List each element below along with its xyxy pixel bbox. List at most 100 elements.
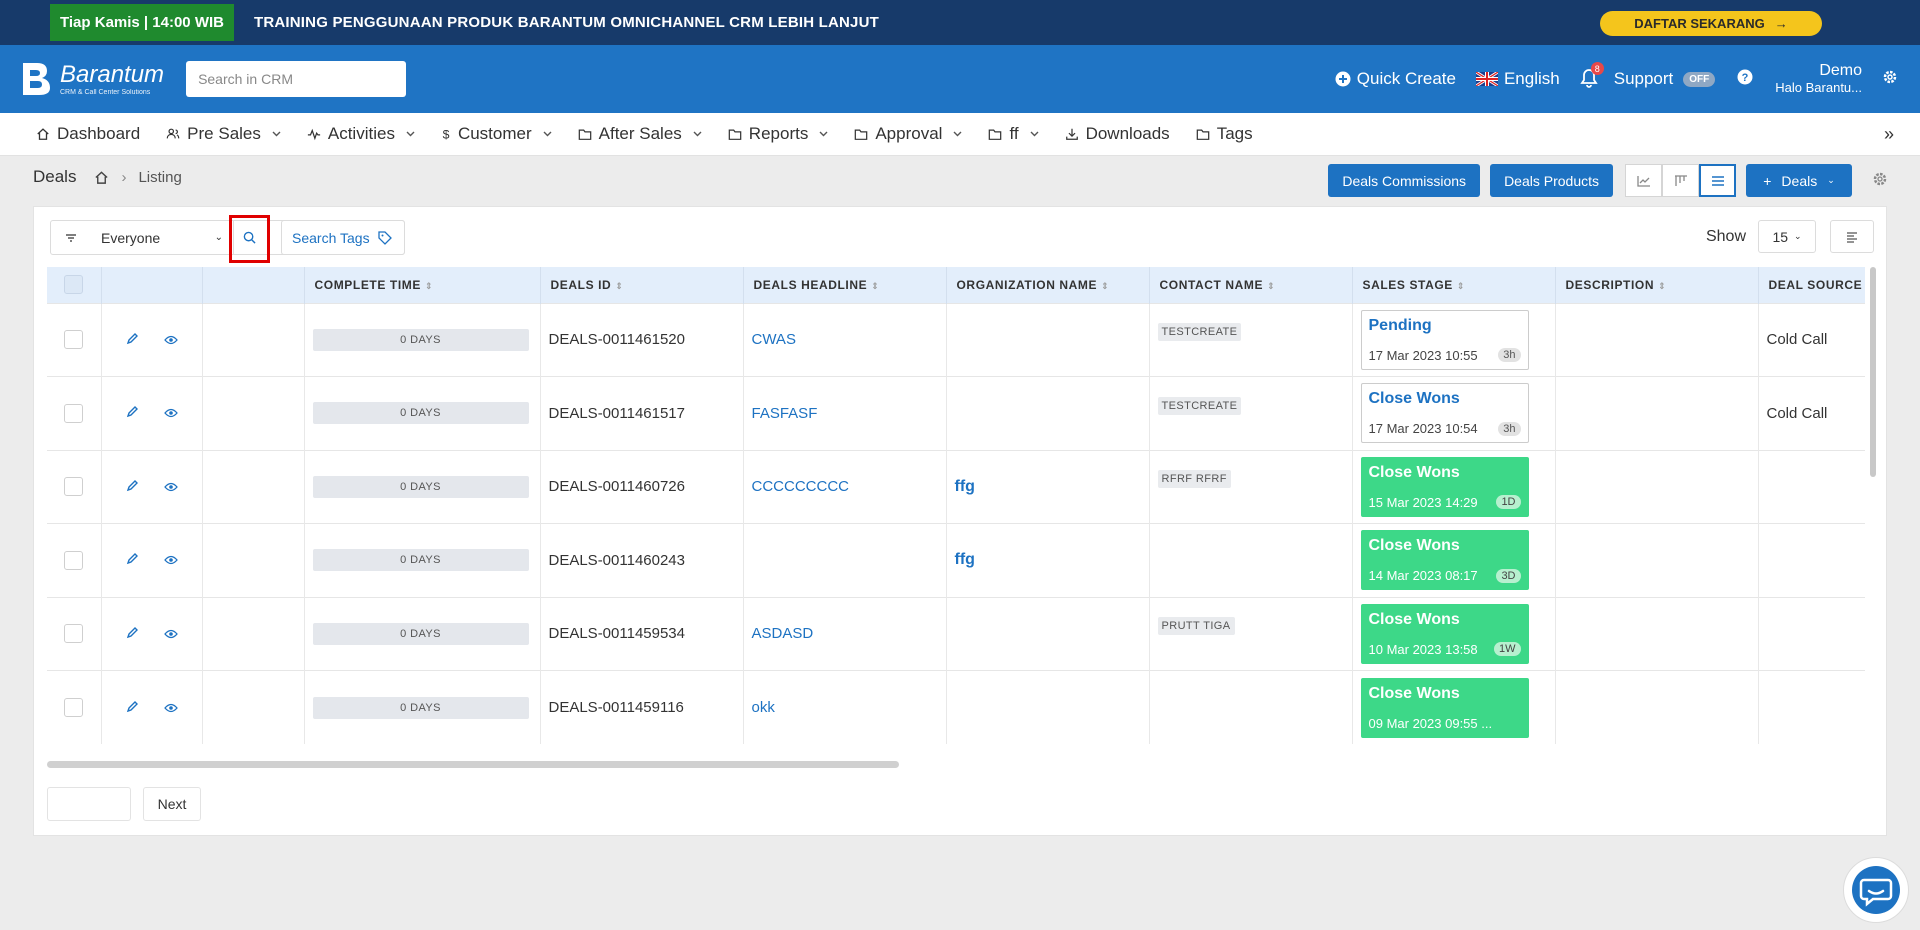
row-checkbox[interactable]: [64, 403, 84, 423]
sort-icon[interactable]: ⇕: [871, 281, 879, 291]
sort-icon[interactable]: ⇕: [1457, 281, 1465, 291]
support-toggle[interactable]: Support OFF: [1614, 69, 1716, 89]
brand-logo[interactable]: Barantum CRM & Call Center Solutions: [20, 61, 164, 97]
nav-item-ff[interactable]: ff: [988, 124, 1039, 144]
column-header[interactable]: ORGANIZATION NAME ⇕: [946, 267, 1150, 303]
edit-pencil-icon[interactable]: [126, 552, 138, 568]
edit-pencil-icon[interactable]: [126, 405, 138, 421]
deals-products-button[interactable]: Deals Products: [1490, 164, 1613, 197]
sales-stage-card[interactable]: Pending 17 Mar 2023 10:55 3h: [1360, 309, 1529, 370]
organization-link[interactable]: ffg: [955, 478, 975, 495]
user-menu[interactable]: Demo Halo Barantu...: [1775, 62, 1862, 95]
row-checkbox[interactable]: [64, 477, 84, 497]
filter-icon[interactable]: [51, 233, 91, 243]
table-header-row: COMPLETE TIME ⇕ DEALS ID ⇕ DEALS HEADLINE ⇕ OR…: [47, 267, 1865, 303]
sales-stage-card[interactable]: Close Wons 17 Mar 2023 10:54 3h: [1360, 383, 1529, 444]
nav-item-dashboard[interactable]: Dashboard: [36, 124, 140, 144]
home-icon[interactable]: [94, 170, 109, 185]
row-checkbox[interactable]: [64, 550, 84, 570]
column-header[interactable]: DESCRIPTION ⇕: [1555, 267, 1759, 303]
nav-item-after-sales[interactable]: After Sales: [578, 124, 702, 144]
contact-cell: [1149, 670, 1353, 744]
help-icon[interactable]: ?: [1737, 69, 1753, 90]
sort-icon[interactable]: ⇕: [425, 281, 433, 291]
nav-item-activities[interactable]: Activities: [307, 124, 415, 144]
deal-headline-link[interactable]: CWAS: [752, 331, 796, 348]
language-selector[interactable]: English: [1475, 69, 1560, 89]
sort-icon[interactable]: ⇕: [615, 281, 623, 291]
column-header[interactable]: SALES STAGE ⇕: [1352, 267, 1556, 303]
deal-headline-link[interactable]: ASDASD: [752, 625, 814, 642]
page-settings-gear-icon[interactable]: [1872, 171, 1890, 190]
horizontal-scrollbar[interactable]: [47, 761, 899, 768]
home-icon: [36, 127, 50, 141]
sort-icon[interactable]: ⇕: [1267, 281, 1275, 291]
vertical-scrollbar[interactable]: [1870, 267, 1876, 477]
edit-pencil-icon[interactable]: [126, 626, 138, 642]
nav-item-downloads[interactable]: Downloads: [1065, 124, 1170, 144]
nav-item-customer[interactable]: $ Customer: [441, 124, 552, 144]
contact-tag[interactable]: TESTCREATE: [1157, 323, 1242, 342]
kanban-view-button[interactable]: [1662, 164, 1699, 197]
nav-item-approval[interactable]: Approval: [854, 124, 962, 144]
sales-stage-card[interactable]: Close Wons 14 Mar 2023 08:17 3D: [1360, 530, 1529, 591]
column-header[interactable]: DEALS ID ⇕: [540, 267, 744, 303]
view-eye-icon[interactable]: [163, 552, 178, 568]
view-eye-icon[interactable]: [163, 626, 178, 642]
view-eye-icon[interactable]: [163, 700, 178, 716]
sales-stage-card[interactable]: Close Wons 10 Mar 2023 13:58 1W: [1360, 603, 1529, 664]
deal-headline-cell: CWAS: [743, 302, 947, 377]
edit-pencil-icon[interactable]: [126, 332, 138, 348]
description-cell: [1555, 449, 1759, 524]
add-deal-button[interactable]: + Deals ⌄: [1746, 164, 1852, 197]
select-all-checkbox[interactable]: [64, 275, 84, 295]
deal-headline-link[interactable]: CCCCCCCCC: [752, 478, 850, 495]
column-header[interactable]: COMPLETE TIME ⇕: [304, 267, 541, 303]
column-settings-button[interactable]: [1830, 220, 1874, 253]
contact-tag[interactable]: TESTCREATE: [1157, 396, 1242, 415]
chat-support-button[interactable]: [1843, 857, 1909, 923]
complete-time-badge: 0 DAYS: [312, 622, 529, 645]
page-size-select[interactable]: 15 ⌄: [1758, 220, 1816, 253]
notifications-button[interactable]: 8: [1580, 62, 1604, 90]
deal-headline-link[interactable]: FASFASF: [752, 405, 818, 422]
chevron-down-icon: [693, 129, 702, 140]
owner-select[interactable]: Everyone ⌄: [101, 230, 231, 246]
quick-create-button[interactable]: Quick Create: [1335, 69, 1456, 89]
sales-stage-card[interactable]: Close Wons 15 Mar 2023 14:29 1D: [1360, 456, 1529, 517]
sort-icon[interactable]: ⇕: [1658, 281, 1666, 291]
barantum-logo-icon: [23, 63, 50, 95]
organization-link[interactable]: ffg: [955, 551, 975, 568]
sales-stage-card[interactable]: Close Wons 09 Mar 2023 09:55 ...: [1360, 677, 1529, 738]
contact-tag[interactable]: RFRF RFRF: [1157, 470, 1231, 489]
contact-tag[interactable]: PRUTT TIGA: [1157, 617, 1235, 636]
deals-commissions-button[interactable]: Deals Commissions: [1328, 164, 1481, 197]
next-page-button[interactable]: Next: [143, 787, 201, 821]
kanban-icon: [1674, 174, 1687, 186]
row-checkbox[interactable]: [64, 624, 84, 644]
edit-pencil-icon[interactable]: [126, 700, 138, 716]
edit-pencil-icon[interactable]: [126, 479, 138, 495]
nav-item-reports[interactable]: Reports: [728, 124, 829, 144]
nav-expand-icon[interactable]: »: [1884, 124, 1894, 145]
search-tags-button[interactable]: Search Tags: [281, 220, 405, 255]
previous-page-button[interactable]: [47, 787, 131, 821]
row-checkbox[interactable]: [64, 330, 84, 350]
crm-search-input[interactable]: [186, 61, 407, 97]
nav-item-tags[interactable]: Tags: [1196, 124, 1253, 144]
settings-gear-icon[interactable]: [1882, 69, 1898, 90]
column-header[interactable]: DEAL SOURCE⇕: [1758, 267, 1865, 303]
deal-headline-cell: [743, 523, 947, 597]
list-view-button[interactable]: [1699, 164, 1736, 197]
deal-headline-link[interactable]: okk: [752, 699, 775, 716]
register-now-button[interactable]: DAFTAR SEKARANG →: [1600, 11, 1822, 36]
view-eye-icon[interactable]: [163, 332, 178, 348]
row-checkbox[interactable]: [64, 698, 84, 717]
nav-item-pre-sales[interactable]: Pre Sales: [166, 124, 281, 144]
view-eye-icon[interactable]: [163, 479, 178, 495]
column-header[interactable]: DEALS HEADLINE ⇕: [743, 267, 947, 303]
chart-view-button[interactable]: [1625, 164, 1662, 197]
sort-icon[interactable]: ⇕: [1101, 281, 1109, 291]
column-header[interactable]: CONTACT NAME ⇕: [1149, 267, 1353, 303]
view-eye-icon[interactable]: [163, 405, 178, 421]
